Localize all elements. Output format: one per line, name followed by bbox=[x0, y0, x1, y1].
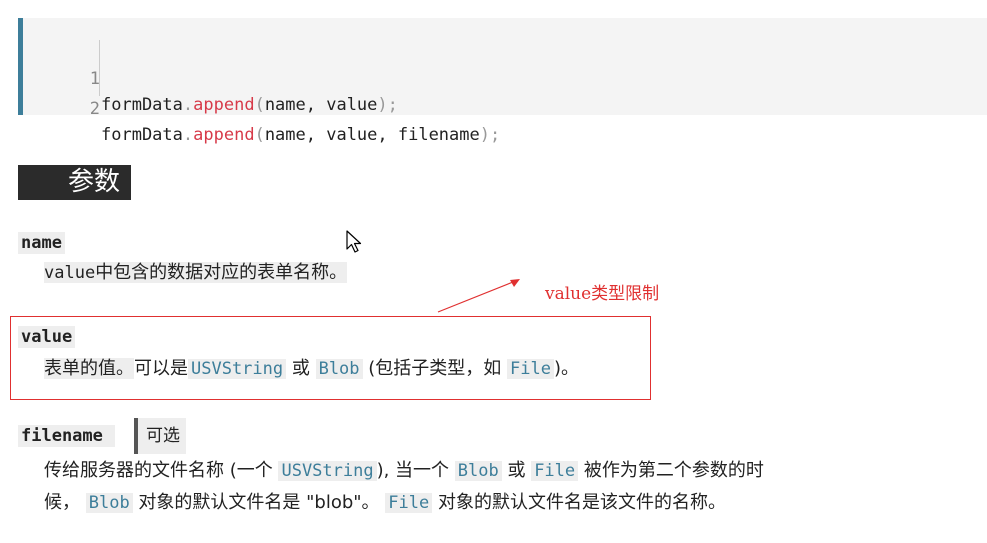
inline-code-file[interactable]: File bbox=[507, 359, 554, 379]
code-block: 1 formData.append(name, value); 2 formDa… bbox=[18, 18, 987, 145]
mouse-cursor-icon bbox=[346, 230, 362, 253]
annotation-label: value类型限制 bbox=[545, 284, 660, 304]
param-desc-value: 表单的值。可以是 USVString 或 Blob (包括子类型，如 File)。 bbox=[44, 358, 579, 379]
optional-badge: 可选 bbox=[134, 418, 186, 454]
param-desc-filename: 传给服务器的文件名称 (一个 USVString), 当一个 Blob 或 Fi… bbox=[44, 457, 844, 517]
param-term-filename: filename bbox=[18, 425, 115, 447]
inline-code-usvstring[interactable]: USVString bbox=[188, 359, 287, 379]
inline-code-file[interactable]: File bbox=[531, 461, 579, 481]
inline-code-usvstring[interactable]: USVString bbox=[278, 461, 377, 481]
desc-line-2: 候， Blob 对象的默认文件名是 "blob"。 File 对象的默认文件名是… bbox=[44, 492, 726, 513]
param-term-name: name bbox=[18, 232, 65, 254]
inline-code-file[interactable]: File bbox=[385, 493, 433, 513]
section-title-params: 参数 bbox=[18, 165, 131, 200]
annotation-arrow bbox=[437, 279, 520, 313]
inline-code-blob[interactable]: Blob bbox=[315, 359, 363, 379]
desc-line-1: 传给服务器的文件名称 (一个 USVString), 当一个 Blob 或 Fi… bbox=[44, 460, 764, 481]
inline-code-blob[interactable]: Blob bbox=[85, 493, 133, 513]
inline-code-blob[interactable]: Blob bbox=[454, 461, 502, 481]
inline-code: value bbox=[44, 263, 96, 283]
param-term-value: value bbox=[18, 326, 76, 348]
code-line-2: 2 formData.append(name, value, filename)… bbox=[23, 70, 501, 145]
param-desc-name: value中包含的数据对应的表单名称。 bbox=[44, 262, 348, 283]
code-text: formData.append(name, value, filename); bbox=[101, 125, 501, 145]
code-text: formData.append(name, value); bbox=[101, 95, 398, 115]
line-number: 2 bbox=[89, 99, 100, 119]
code-line-1: 1 formData.append(name, value); bbox=[23, 40, 398, 115]
